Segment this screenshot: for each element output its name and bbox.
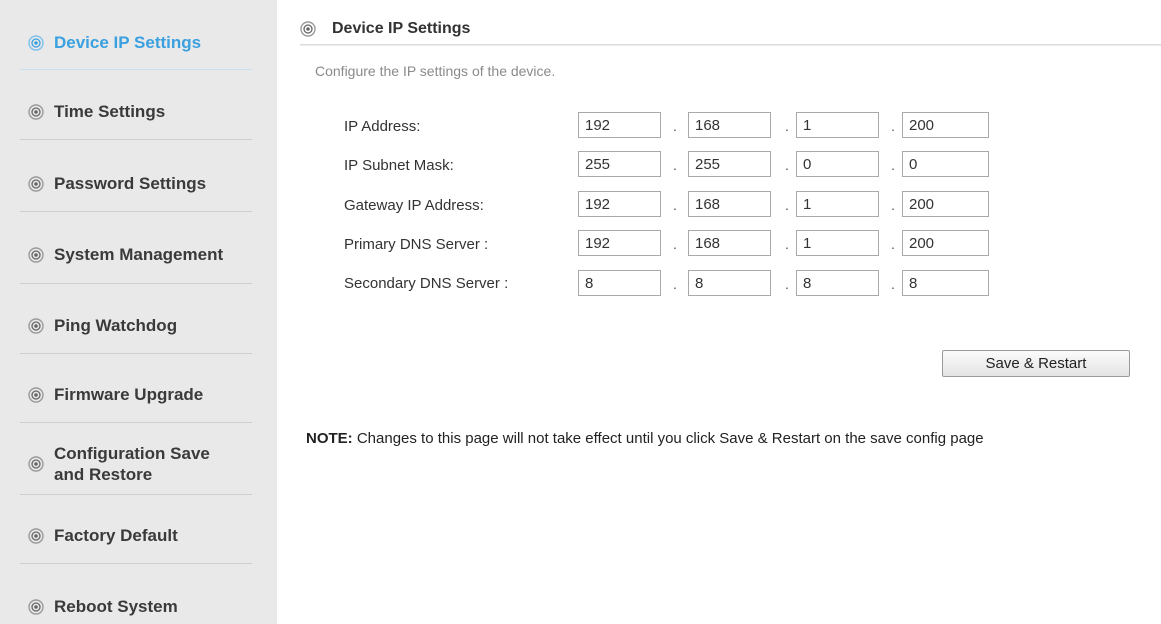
subnet-mask-octet-3[interactable] — [796, 151, 879, 177]
gateway-ip-octet-1[interactable] — [578, 191, 661, 217]
sidebar-item-configuration-save-restore[interactable]: Configuration Save and Restore — [20, 443, 252, 485]
sidebar-divider — [20, 139, 252, 140]
sidebar-item-label: Firmware Upgrade — [54, 385, 204, 404]
ip-address-octet-2[interactable] — [688, 112, 771, 138]
primary-dns-octet-4[interactable] — [902, 230, 989, 256]
primary-dns-label: Primary DNS Server : — [344, 236, 489, 253]
octet-separator: . — [673, 157, 677, 173]
primary-dns-octet-2[interactable] — [688, 230, 771, 256]
octet-separator: . — [673, 276, 677, 292]
sidebar-item-label: Time Settings — [54, 102, 166, 121]
note-prefix: NOTE: — [306, 430, 353, 447]
page-subtitle: Configure the IP settings of the device. — [315, 63, 556, 79]
octet-separator: . — [891, 276, 895, 292]
sidebar-divider — [20, 211, 252, 212]
save-restart-button[interactable]: Save & Restart — [942, 350, 1130, 377]
sidebar-item-label: Ping Watchdog — [54, 316, 178, 335]
gateway-ip-octet-4[interactable] — [902, 191, 989, 217]
sidebar-item-reboot-system[interactable]: Reboot System — [20, 596, 252, 617]
note-body: Changes to this page will not take effec… — [352, 430, 984, 447]
note-text: NOTE: Changes to this page will not take… — [306, 430, 984, 447]
subnet-mask-octet-4[interactable] — [902, 151, 989, 177]
ip-address-label: IP Address: — [344, 118, 421, 135]
sidebar-item-time-settings[interactable]: Time Settings — [20, 101, 252, 122]
octet-separator: . — [785, 118, 789, 134]
octet-separator: . — [891, 197, 895, 213]
ip-address-octet-4[interactable] — [902, 112, 989, 138]
sidebar-item-label: Reboot System — [54, 597, 178, 616]
secondary-dns-octet-2[interactable] — [688, 270, 771, 296]
sidebar-item-factory-default[interactable]: Factory Default — [20, 525, 252, 546]
radio-target-icon — [28, 34, 44, 51]
radio-target-icon — [28, 317, 44, 334]
sidebar-divider — [20, 353, 252, 354]
sidebar-item-password-settings[interactable]: Password Settings — [20, 173, 252, 194]
gateway-ip-octet-3[interactable] — [796, 191, 879, 217]
sidebar-item-label: Factory Default — [54, 526, 178, 545]
octet-separator: . — [673, 118, 677, 134]
sidebar-divider — [20, 563, 252, 564]
sidebar-item-system-management[interactable]: System Management — [20, 244, 252, 265]
octet-separator: . — [673, 236, 677, 252]
octet-separator: . — [673, 197, 677, 213]
octet-separator: . — [891, 157, 895, 173]
radio-target-icon — [28, 598, 44, 615]
secondary-dns-octet-4[interactable] — [902, 270, 989, 296]
ip-address-octet-3[interactable] — [796, 112, 879, 138]
radio-target-icon — [28, 246, 44, 263]
secondary-dns-label: Secondary DNS Server : — [344, 275, 509, 292]
secondary-dns-octet-3[interactable] — [796, 270, 879, 296]
ip-address-octet-1[interactable] — [578, 112, 661, 138]
subnet-mask-octet-1[interactable] — [578, 151, 661, 177]
radio-target-icon — [28, 386, 44, 403]
radio-target-icon — [28, 456, 44, 472]
sidebar-item-label: Configuration Save and Restore — [54, 444, 210, 484]
secondary-dns-octet-1[interactable] — [578, 270, 661, 296]
sidebar-item-firmware-upgrade[interactable]: Firmware Upgrade — [20, 384, 252, 405]
sidebar-divider — [20, 422, 252, 423]
subnet-mask-label: IP Subnet Mask: — [344, 157, 454, 174]
sidebar-item-label: Device IP Settings — [54, 33, 202, 52]
sidebar-divider — [20, 283, 252, 284]
sidebar-item-ping-watchdog[interactable]: Ping Watchdog — [20, 315, 252, 336]
octet-separator: . — [785, 276, 789, 292]
octet-separator: . — [785, 236, 789, 252]
sidebar-item-device-ip-settings[interactable]: Device IP Settings — [20, 32, 252, 53]
page-title: Device IP Settings — [332, 20, 471, 37]
sidebar-item-label: Password Settings — [54, 174, 207, 193]
octet-separator: . — [785, 157, 789, 173]
subnet-mask-octet-2[interactable] — [688, 151, 771, 177]
sidebar-divider — [20, 494, 252, 495]
primary-dns-octet-1[interactable] — [578, 230, 661, 256]
title-divider — [300, 44, 1161, 46]
sidebar-divider — [20, 69, 252, 70]
radio-target-icon — [300, 21, 316, 37]
radio-target-icon — [28, 103, 44, 120]
octet-separator: . — [785, 197, 789, 213]
octet-separator: . — [891, 118, 895, 134]
page-header: Device IP Settings — [300, 20, 470, 38]
sidebar: Device IP Settings Time Settings Passwor… — [0, 0, 277, 624]
gateway-ip-octet-2[interactable] — [688, 191, 771, 217]
radio-target-icon — [28, 175, 44, 192]
sidebar-item-label: System Management — [54, 245, 224, 264]
gateway-ip-label: Gateway IP Address: — [344, 197, 484, 214]
radio-target-icon — [28, 527, 44, 544]
primary-dns-octet-3[interactable] — [796, 230, 879, 256]
octet-separator: . — [891, 236, 895, 252]
